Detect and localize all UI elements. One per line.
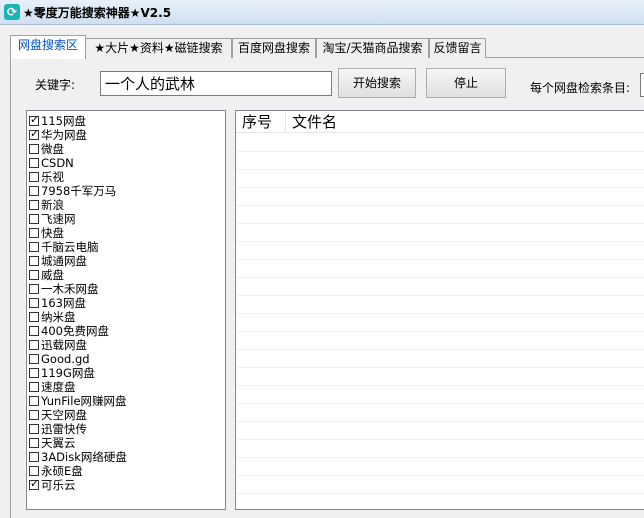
grid-line xyxy=(236,493,644,494)
netdisk-item[interactable]: 飞速网 xyxy=(29,212,76,226)
netdisk-item[interactable]: 城通网盘 xyxy=(29,254,87,268)
stop-button[interactable]: 停止 xyxy=(426,68,506,98)
netdisk-checkbox[interactable] xyxy=(29,256,39,266)
netdisk-item[interactable]: 可乐云 xyxy=(29,477,76,492)
netdisk-checkbox[interactable] xyxy=(29,144,39,154)
grid-line xyxy=(236,151,644,152)
netdisk-checkbox[interactable] xyxy=(29,214,39,224)
netdisk-checkbox[interactable] xyxy=(29,113,39,126)
netdisk-label: 微盘 xyxy=(41,142,64,156)
tab-taobao-search[interactable]: 淘宝/天猫商品搜索 xyxy=(316,38,429,58)
netdisk-checkbox[interactable] xyxy=(29,242,39,252)
netdisk-item[interactable]: 天空网盘 xyxy=(29,408,87,422)
netdisk-item[interactable]: 迅雷快传 xyxy=(29,422,87,436)
netdisk-checkbox[interactable] xyxy=(29,452,39,462)
netdisk-item[interactable]: Good.gd xyxy=(29,352,90,366)
window-title: ★零度万能搜索神器★V2.5 xyxy=(23,6,172,20)
netdisk-checkbox[interactable] xyxy=(29,228,39,238)
results-table: 序号 文件名 xyxy=(235,110,644,510)
column-header-filename[interactable]: 文件名 xyxy=(286,111,644,133)
grid-line xyxy=(236,277,644,278)
netdisk-item[interactable]: CSDN xyxy=(29,156,74,170)
grid-line xyxy=(236,295,644,296)
grid-line xyxy=(236,349,644,350)
netdisk-checkbox[interactable] xyxy=(29,466,39,476)
netdisk-item[interactable]: 163网盘 xyxy=(29,296,86,310)
netdisk-checkbox[interactable] xyxy=(29,270,39,280)
netdisk-item[interactable]: 迅载网盘 xyxy=(29,338,87,352)
netdisk-checkbox[interactable] xyxy=(29,424,39,434)
netdisk-checkbox[interactable] xyxy=(29,158,39,168)
keyword-input[interactable] xyxy=(100,71,332,96)
netdisk-item[interactable]: 3ADisk网络硬盘 xyxy=(29,450,127,464)
netdisk-item[interactable]: 纳米盘 xyxy=(29,310,76,324)
tab-feedback[interactable]: 反馈留言 xyxy=(429,38,486,58)
netdisk-item[interactable]: 400免费网盘 xyxy=(29,324,109,338)
column-header-index[interactable]: 序号 xyxy=(236,111,286,133)
grid-line xyxy=(236,241,644,242)
keyword-label: 关键字: xyxy=(35,78,76,92)
netdisk-label: CSDN xyxy=(41,156,74,170)
netdisk-item[interactable]: YunFile网赚网盘 xyxy=(29,394,127,408)
netdisk-item[interactable]: 速度盘 xyxy=(29,380,76,394)
tab-movie-magnet-search[interactable]: ★大片★资料★磁链搜索 xyxy=(85,38,232,58)
netdisk-label: 可乐云 xyxy=(41,478,76,492)
netdisk-item[interactable]: 乐视 xyxy=(29,170,64,184)
netdisk-checkbox[interactable] xyxy=(29,326,39,336)
netdisk-list: 115网盘华为网盘微盘CSDN乐视7958千军万马新浪飞速网快盘千脑云电脑城通网… xyxy=(26,110,226,510)
start-search-button[interactable]: 开始搜索 xyxy=(338,68,416,98)
netdisk-checkbox[interactable] xyxy=(29,340,39,350)
tab-netdisk-search[interactable]: 网盘搜索区 xyxy=(10,35,86,59)
netdisk-item[interactable]: 威盘 xyxy=(29,268,64,282)
grid-line xyxy=(236,385,644,386)
grid-line xyxy=(236,439,644,440)
netdisk-checkbox[interactable] xyxy=(29,298,39,308)
grid-line xyxy=(236,223,644,224)
grid-line xyxy=(236,205,644,206)
grid-line xyxy=(236,367,644,368)
app-icon: ⟳ xyxy=(4,4,20,20)
items-per-disk-label: 每个网盘检索条目: xyxy=(530,81,631,95)
netdisk-item[interactable]: 华为网盘 xyxy=(29,127,87,142)
grid-line xyxy=(236,259,644,260)
netdisk-item[interactable]: 快盘 xyxy=(29,226,64,240)
netdisk-checkbox[interactable] xyxy=(29,368,39,378)
grid-line xyxy=(236,457,644,458)
netdisk-item[interactable]: 7958千军万马 xyxy=(29,184,116,198)
grid-line xyxy=(236,331,644,332)
netdisk-checkbox[interactable] xyxy=(29,127,39,140)
netdisk-checkbox[interactable] xyxy=(29,410,39,420)
netdisk-checkbox[interactable] xyxy=(29,312,39,322)
grid-line xyxy=(236,169,644,170)
tab-baidu-pan-search[interactable]: 百度网盘搜索 xyxy=(232,38,316,58)
netdisk-item[interactable]: 一木禾网盘 xyxy=(29,282,99,296)
netdisk-checkbox[interactable] xyxy=(29,477,39,490)
netdisk-item[interactable]: 永硕E盘 xyxy=(29,464,83,478)
netdisk-item[interactable]: 119G网盘 xyxy=(29,366,95,380)
grid-line xyxy=(236,313,644,314)
netdisk-checkbox[interactable] xyxy=(29,200,39,210)
netdisk-checkbox[interactable] xyxy=(29,172,39,182)
grid-line xyxy=(236,421,644,422)
netdisk-item[interactable]: 新浪 xyxy=(29,198,64,212)
items-per-disk-input[interactable] xyxy=(640,73,644,97)
netdisk-checkbox[interactable] xyxy=(29,438,39,448)
netdisk-item[interactable]: 微盘 xyxy=(29,142,64,156)
netdisk-checkbox[interactable] xyxy=(29,382,39,392)
netdisk-checkbox[interactable] xyxy=(29,284,39,294)
netdisk-item[interactable]: 115网盘 xyxy=(29,113,86,128)
netdisk-checkbox[interactable] xyxy=(29,186,39,196)
netdisk-label: 迅载网盘 xyxy=(41,338,87,352)
netdisk-label: Good.gd xyxy=(41,352,90,366)
netdisk-item[interactable]: 天翼云 xyxy=(29,436,76,450)
netdisk-item[interactable]: 千脑云电脑 xyxy=(29,240,99,254)
grid-line xyxy=(236,187,644,188)
netdisk-checkbox[interactable] xyxy=(29,354,39,364)
grid-line xyxy=(236,475,644,476)
title-bar: ⟳ ★零度万能搜索神器★V2.5 xyxy=(0,0,644,25)
netdisk-checkbox[interactable] xyxy=(29,396,39,406)
grid-line xyxy=(236,403,644,404)
